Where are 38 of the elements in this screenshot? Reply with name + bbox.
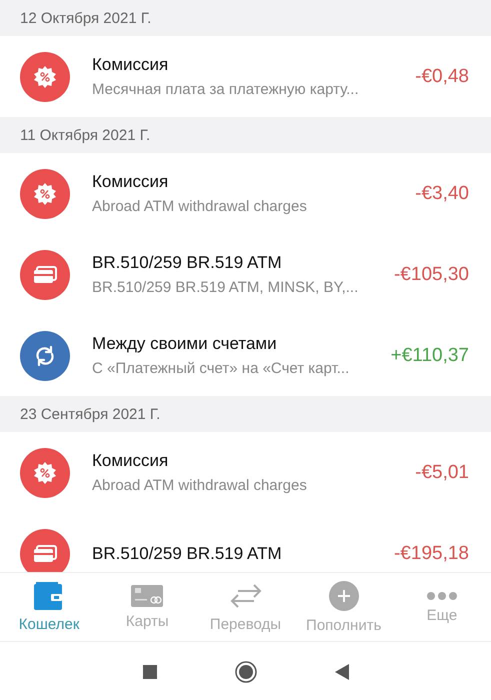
transaction-amount: -€105,30 xyxy=(394,264,469,286)
date-header: 12 Октября 2021 Г. xyxy=(20,10,152,26)
nav-tab[interactable]: Еще xyxy=(392,573,491,641)
transfer-arrows-icon xyxy=(230,582,262,610)
date-header: 23 Сентября 2021 Г. xyxy=(20,406,160,422)
nav-tab[interactable]: Переводы xyxy=(196,573,295,641)
transaction-description: Abroad ATM withdrawal charges xyxy=(92,477,308,494)
nav-tab[interactable]: Карты xyxy=(98,573,196,641)
transaction-amount: -€5,01 xyxy=(415,462,469,484)
transaction-amount: -€3,40 xyxy=(415,182,469,204)
nav-tab[interactable]: Кошелек xyxy=(0,573,98,641)
transaction-title: BR.510/259 BR.519 ATM xyxy=(92,253,283,273)
home-icon[interactable] xyxy=(234,660,256,682)
plus-circle-icon xyxy=(328,580,359,610)
transaction-description: Abroad ATM withdrawal charges xyxy=(92,198,308,215)
transaction-amount: -€195,18 xyxy=(394,542,469,564)
percent-badge-icon xyxy=(20,168,70,218)
wallet-icon xyxy=(34,582,64,610)
recents-icon[interactable] xyxy=(142,664,156,678)
exchange-icon xyxy=(20,330,70,380)
transaction-title: Между своими счетами xyxy=(92,334,278,354)
transaction-description: BR.510/259 BR.519 ATM, MINSK, BY,... xyxy=(92,279,360,296)
percent-badge-icon xyxy=(20,52,70,102)
transaction-title: Комиссия xyxy=(92,172,170,192)
transaction-amount: -€0,48 xyxy=(415,66,469,88)
back-icon[interactable] xyxy=(334,664,348,680)
transaction-description: С «Платежный счет» на «Счет карт... xyxy=(92,360,350,377)
more-dots-icon xyxy=(426,590,458,600)
transaction-title: Комиссия xyxy=(92,451,170,471)
date-header: 11 Октября 2021 Г. xyxy=(20,126,150,144)
nav-tab[interactable]: Пополнить xyxy=(294,573,393,641)
transaction-amount: +€110,37 xyxy=(390,344,469,366)
transaction-title: BR.510/259 BR.519 ATM xyxy=(92,544,283,564)
cards-icon xyxy=(20,250,70,300)
transaction-description: Месячная плата за платежную карту... xyxy=(92,81,360,98)
percent-badge-icon xyxy=(20,448,70,498)
card-icon xyxy=(131,584,164,606)
transaction-title: Комиссия xyxy=(92,55,170,75)
